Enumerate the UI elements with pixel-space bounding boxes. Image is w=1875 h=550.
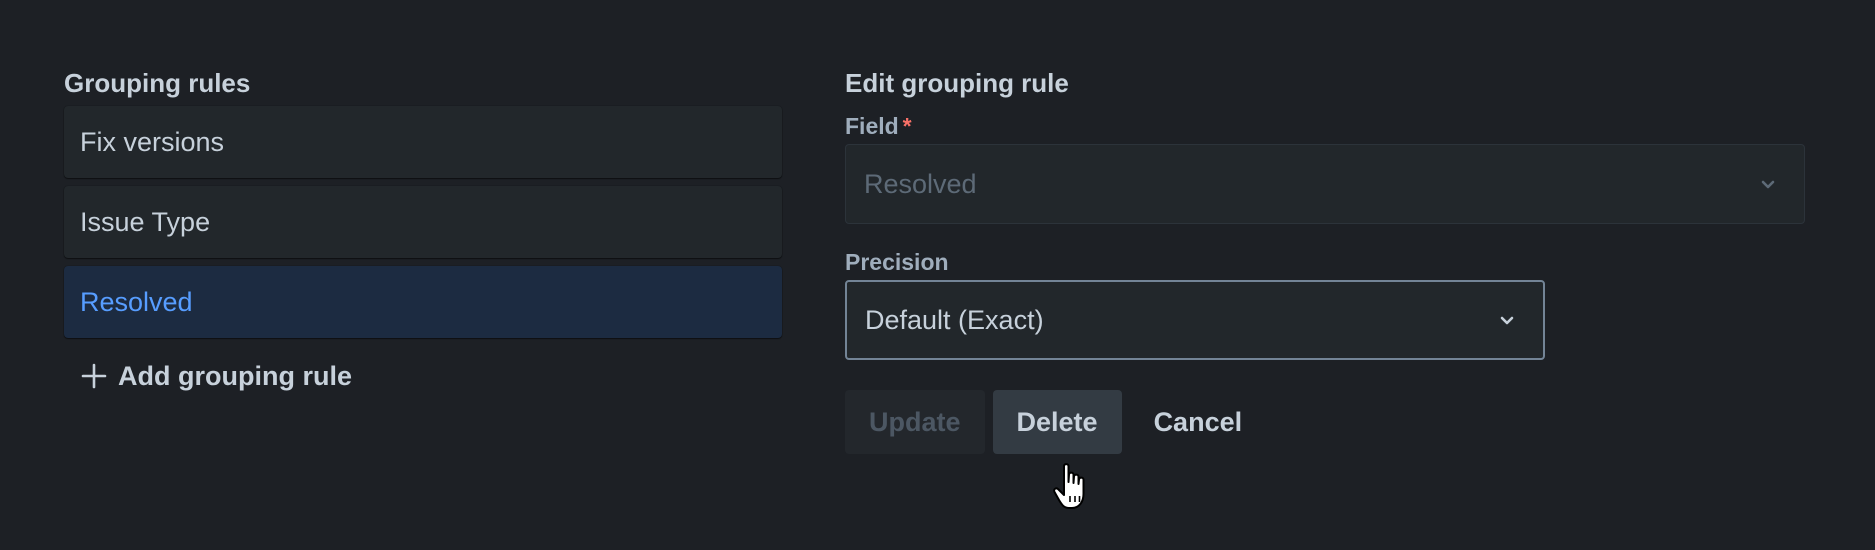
chevron-down-icon: [1497, 282, 1517, 358]
field-label-text: Field: [845, 113, 899, 139]
precision-label: Precision: [845, 249, 949, 275]
grouping-rule-item-resolved[interactable]: Resolved: [64, 266, 782, 338]
field-select[interactable]: Resolved: [845, 144, 1805, 224]
update-button[interactable]: Update: [845, 390, 985, 454]
action-buttons: Update Delete Cancel: [845, 390, 1805, 454]
hand-pointer-cursor: [1052, 462, 1092, 517]
cancel-button[interactable]: Cancel: [1130, 390, 1267, 454]
add-grouping-rule-button[interactable]: Add grouping rule: [64, 348, 782, 404]
edit-grouping-rule-panel: Edit grouping rule Field * Resolved Preci…: [845, 60, 1805, 454]
grouping-rule-item-fix-versions[interactable]: Fix versions: [64, 106, 782, 178]
plus-icon: [81, 363, 107, 389]
chevron-down-icon: [1758, 145, 1778, 223]
grouping-rules-title: Grouping rules: [64, 68, 251, 98]
edit-grouping-rule-title: Edit grouping rule: [845, 68, 1069, 98]
field-label: Field *: [845, 108, 1805, 144]
delete-button[interactable]: Delete: [992, 390, 1122, 454]
precision-select[interactable]: Default (Exact): [845, 280, 1545, 360]
grouping-rules-page: Grouping rules Fix versions Issue Type R…: [0, 0, 1875, 550]
precision-select-value: Default (Exact): [865, 305, 1044, 335]
grouping-rule-item-issue-type[interactable]: Issue Type: [64, 186, 782, 258]
grouping-rules-panel: Grouping rules Fix versions Issue Type R…: [64, 60, 782, 404]
add-grouping-rule-label: Add grouping rule: [118, 360, 352, 391]
required-mark: *: [902, 113, 912, 139]
field-select-value: Resolved: [864, 169, 977, 199]
